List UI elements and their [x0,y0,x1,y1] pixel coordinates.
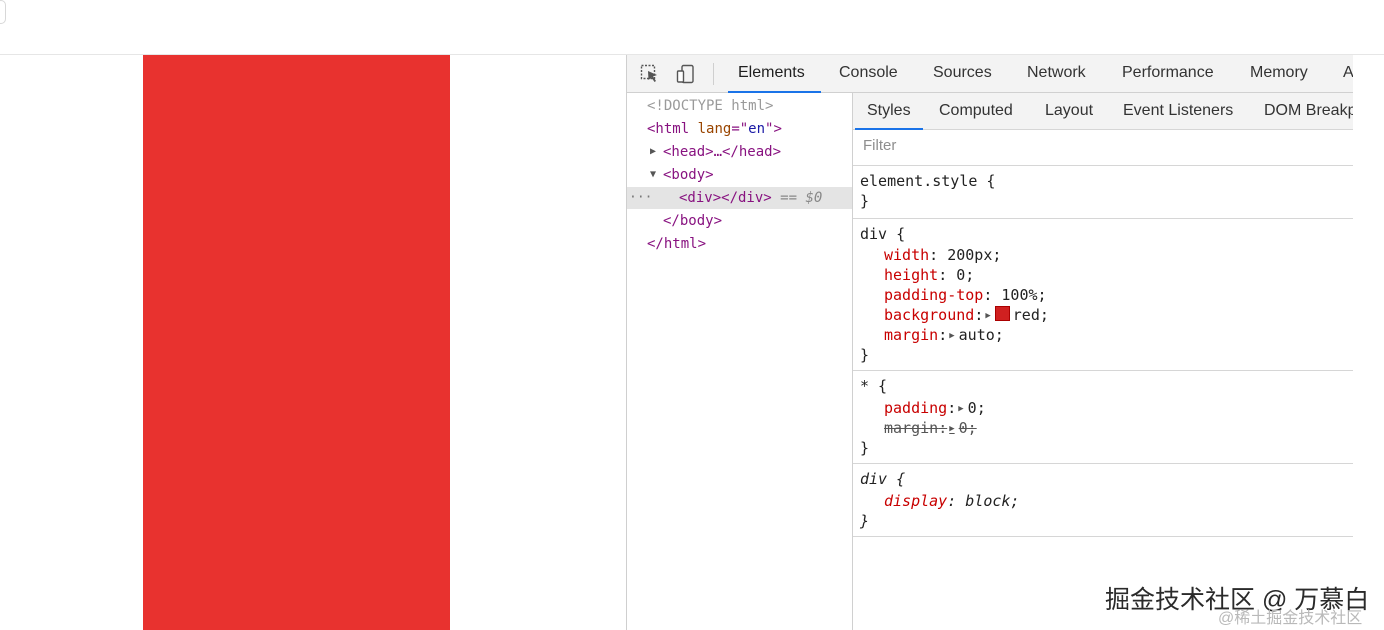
prop-name: display [884,492,948,510]
dom-body-close[interactable]: </body> [663,210,722,232]
body-tag: <body> [663,167,714,183]
dom-body-open[interactable]: ▼ <body> [647,164,714,186]
filter-input[interactable]: Filter [863,137,896,154]
prop-value: 0; [956,266,975,284]
tab-sources[interactable]: Sources [933,55,992,92]
tab-event-listeners[interactable]: Event Listeners [1123,93,1233,129]
attr-eq: =" [731,121,749,137]
tab-styles[interactable]: Styles [855,93,923,130]
lang-attr: lang [697,121,732,137]
tab-network[interactable]: Network [1027,55,1086,92]
styles-pane: Styles Computed Layout Event Listeners D… [853,93,1353,630]
browser-top-bar [0,0,1384,55]
decl-display[interactable]: display: block; [884,491,1019,511]
lang-value: en [748,121,766,137]
expand-triangle-icon[interactable]: ▶ [650,141,656,163]
color-swatch-icon[interactable] [994,306,1010,321]
page-viewport [0,55,626,630]
devtools-toolbar: Elements Console Sources Network Perform… [627,55,1353,93]
prop-value: block; [965,492,1020,510]
tab-performance[interactable]: Performance [1122,55,1214,92]
prop-value: 200px; [947,246,1002,264]
prop-name: padding [884,399,948,417]
prop-value: 100%; [1001,286,1047,304]
rule-div: div { width: 200px; height: 0; padding-t… [853,219,1353,371]
prop-name: margin [884,326,939,344]
rule-close: } [860,192,870,210]
devtools-panel: Elements Console Sources Network Perform… [626,55,1353,630]
tab-dom-breakpoints[interactable]: DOM Breakp [1264,93,1353,129]
tab-layout[interactable]: Layout [1045,93,1093,129]
selector-ua-div[interactable]: div { [860,469,905,489]
watermark-site: @稀土掘金技术社区 [1218,610,1363,627]
prop-name: padding-top [884,286,984,304]
decl-background[interactable]: background: ▶ red; [884,305,1049,325]
dom-html-open[interactable]: <html lang="en"> [647,118,782,140]
dom-html-close[interactable]: </html> [647,233,706,255]
dom-doctype[interactable]: <!DOCTYPE html> [647,95,773,117]
rule-close: } [860,439,870,457]
address-bar-edge[interactable] [0,0,6,24]
dom-div-selected[interactable]: ··· <div></div> == $0 [627,187,852,209]
selected-marker: == [780,190,798,206]
collapse-triangle-icon[interactable]: ▼ [650,164,656,186]
expand-arrow-icon[interactable]: ▶ [958,404,963,414]
expand-arrow-icon[interactable]: ▶ [949,331,954,341]
prop-value: 0; [958,419,977,437]
attr-close: "> [765,121,782,137]
tab-application-cut[interactable]: A [1343,55,1353,92]
selector-universal[interactable]: * { [860,376,887,396]
decl-margin-overridden[interactable]: margin: ▶ 0; [884,418,977,438]
prop-name: height [884,266,939,284]
html-tag: <html [647,121,690,137]
inspect-element-icon[interactable] [640,64,660,84]
tab-console[interactable]: Console [839,55,898,92]
decl-margin[interactable]: margin: ▶ auto; [884,325,1004,345]
head-tag: <head>…</head> [663,144,782,160]
div-tag: <div></div> [679,190,772,206]
decl-padding[interactable]: padding: ▶ 0; [884,398,986,418]
rule-close: } [860,512,870,530]
rule-close: } [860,346,870,364]
prop-name: width [884,246,930,264]
prop-value: auto; [958,326,1004,344]
styles-filter: Filter [853,130,1353,166]
rule-user-agent-div: div { display: block; } [853,464,1353,537]
selector-div[interactable]: div { [860,224,905,244]
decl-padding-top[interactable]: padding-top: 100%; [884,285,1047,305]
device-toolbar-icon[interactable] [676,64,696,84]
styles-tabs: Styles Computed Layout Event Listeners D… [853,93,1353,130]
red-div-preview [143,55,450,630]
decl-width[interactable]: width: 200px; [884,245,1001,265]
prop-value: 0; [967,399,986,417]
tab-memory[interactable]: Memory [1250,55,1308,92]
toolbar-separator [713,63,714,85]
selector-element-style[interactable]: element.style { [860,171,995,191]
dom-head[interactable]: ▶ <head>…</head> [647,141,781,163]
expand-arrow-icon[interactable]: ▶ [985,311,990,321]
prop-name: margin [884,419,939,437]
more-icon[interactable]: ··· [629,187,652,209]
rule-universal: * { padding: ▶ 0; margin: ▶ 0; } [853,371,1353,464]
decl-height[interactable]: height: 0; [884,265,974,285]
expand-arrow-icon[interactable]: ▶ [949,424,954,434]
dom-tree: <!DOCTYPE html> <html lang="en"> ▶ <head>… [627,93,853,630]
prop-name: background [884,306,975,324]
tab-elements[interactable]: Elements [728,55,821,93]
tab-computed[interactable]: Computed [939,93,1013,129]
rule-element-style: element.style { } [853,166,1353,219]
prop-value: red; [1012,306,1049,324]
selected-var: $0 [805,190,823,206]
